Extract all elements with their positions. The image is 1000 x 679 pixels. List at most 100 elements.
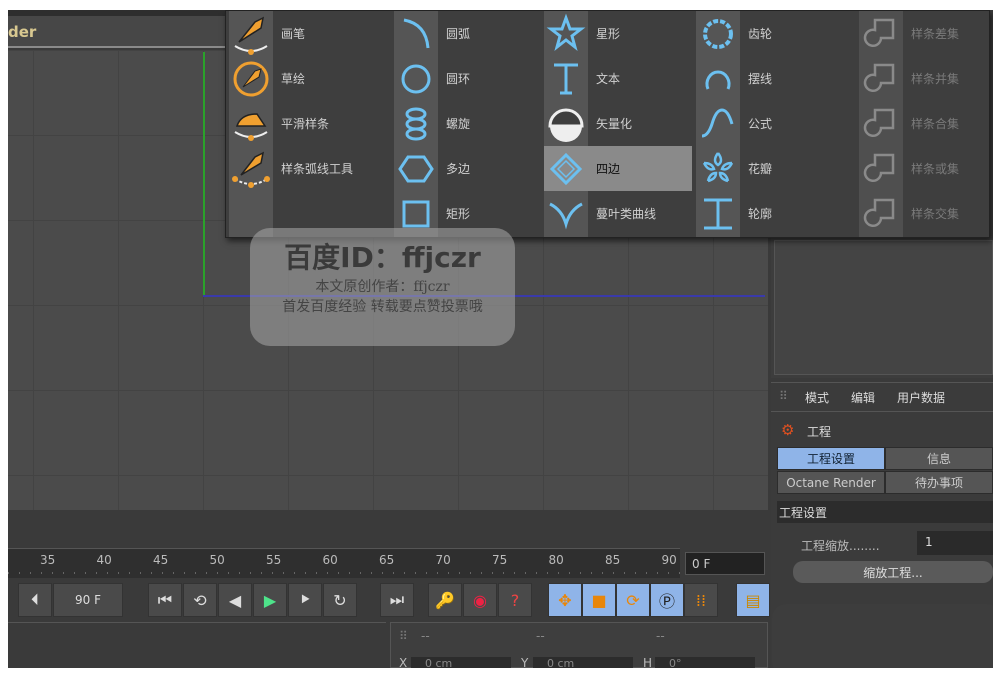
scale-key-button[interactable]: ■ bbox=[582, 583, 616, 617]
rotate-key-icon: ⟳ bbox=[626, 590, 640, 610]
go-start-button[interactable]: ⏮ bbox=[148, 583, 182, 617]
prev-key-button[interactable]: ⟲ bbox=[183, 583, 217, 617]
tab-octane-render[interactable]: Octane Render bbox=[777, 471, 885, 494]
menu-item-label: 文本 bbox=[596, 72, 621, 86]
menu-item-label: 轮廓 bbox=[748, 207, 773, 221]
menu-item-label: 螺旋 bbox=[446, 117, 471, 131]
menu-item-flower[interactable]: 花瓣 bbox=[696, 146, 844, 191]
go-end-button[interactable]: ⏭ bbox=[380, 583, 414, 617]
h-label: H bbox=[643, 656, 653, 668]
menu-item-formula[interactable]: 公式 bbox=[696, 101, 844, 146]
menu-item-cycloid[interactable]: 摆线 bbox=[696, 56, 844, 101]
point-key-button[interactable]: ⁞⁞ bbox=[684, 583, 718, 617]
tab-todo[interactable]: 待办事项 bbox=[885, 471, 993, 494]
menu-item-spline-intersect[interactable]: 样条交集 bbox=[859, 191, 987, 236]
record-disabled-button[interactable]: 🔑 bbox=[428, 583, 462, 617]
scale-label: 工程缩放........ bbox=[801, 539, 880, 553]
menu-item-diamond[interactable]: 四边 bbox=[544, 146, 692, 191]
menu-item-label: 样条差集 bbox=[911, 27, 960, 41]
param-key-button[interactable]: Ⓟ bbox=[650, 583, 684, 617]
ruler-tick-label: 70 bbox=[435, 553, 451, 567]
menu-item-spline-union[interactable]: 样条并集 bbox=[859, 56, 987, 101]
rotate-key-button[interactable]: ⟳ bbox=[616, 583, 650, 617]
menu-item-label: 蔓叶类曲线 bbox=[596, 207, 657, 221]
loop-button[interactable]: ↻ bbox=[323, 583, 357, 617]
menu-item-label: 样条并集 bbox=[911, 72, 960, 86]
ruler-tick-label: 55 bbox=[266, 553, 282, 567]
go-end-icon: ⏭ bbox=[389, 590, 405, 609]
ruler-tick-label: 60 bbox=[322, 553, 338, 567]
menu-item-profile[interactable]: 轮廓 bbox=[696, 191, 844, 236]
menu-item-label: 圆弧 bbox=[446, 27, 471, 41]
grip-icon: ⠿ bbox=[399, 629, 408, 643]
end-frame-field[interactable]: 90 F bbox=[53, 583, 123, 617]
move-key-button[interactable]: ✥ bbox=[548, 583, 582, 617]
x-label: X bbox=[399, 656, 408, 668]
menu-item-label: 四边 bbox=[596, 162, 621, 176]
scale-project-button[interactable]: 缩放工程... bbox=[793, 561, 993, 583]
object-title: 工程 bbox=[807, 425, 832, 439]
smooth-spline-icon bbox=[229, 101, 273, 146]
menu-item-smooth-spline[interactable]: 平滑样条 bbox=[229, 101, 377, 146]
sketch-icon bbox=[229, 56, 273, 101]
menu-item-spline-or[interactable]: 样条或集 bbox=[859, 146, 987, 191]
menu-item-cissoid[interactable]: 蔓叶类曲线 bbox=[544, 191, 692, 236]
menu-item-label: 花瓣 bbox=[748, 162, 773, 176]
param-key-icon: Ⓟ bbox=[658, 592, 675, 611]
menu-item-circle[interactable]: 圆环 bbox=[394, 56, 542, 101]
menu-item-spline-subtract[interactable]: 样条差集 bbox=[859, 11, 987, 56]
menu-item-label: 齿轮 bbox=[748, 27, 773, 41]
menu-item-spline-arc[interactable]: 样条弧线工具 bbox=[229, 146, 377, 191]
menu-item-vectorizer[interactable]: 矢量化 bbox=[544, 101, 692, 146]
menu-item-label: 公式 bbox=[748, 117, 773, 131]
spline-menu: 画笔 草绘 平滑样条 样条弧线工具 圆弧 圆环 螺旋 多边 矩形 星形 文本 矢量化 四边 蔓叶类曲线 齿轮… bbox=[225, 10, 990, 238]
current-frame-field[interactable]: 0 F bbox=[685, 552, 765, 575]
cissoid-icon bbox=[544, 191, 588, 236]
watermark-line: 首发百度经验 转载要点赞投票哦 bbox=[282, 299, 483, 315]
menu-mode[interactable]: 模式 bbox=[805, 389, 829, 406]
ruler-ticks bbox=[8, 572, 680, 574]
ruler-tick-label: 75 bbox=[492, 553, 508, 567]
x-field[interactable]: 0 cm bbox=[411, 657, 511, 668]
menu-item-gear[interactable]: 齿轮 bbox=[696, 11, 844, 56]
menu-edit[interactable]: 编辑 bbox=[851, 389, 875, 406]
grip-icon: ⠿ bbox=[779, 389, 788, 403]
tab-project-settings[interactable]: 工程设置 bbox=[777, 447, 885, 470]
tab-info[interactable]: 信息 bbox=[885, 447, 993, 470]
field-arrow-icon: ⏴ bbox=[30, 590, 39, 609]
menu-item-label: 矢量化 bbox=[596, 117, 633, 131]
menu-user-data[interactable]: 用户数据 bbox=[897, 389, 945, 406]
next-frame-icon: ⯈ bbox=[298, 590, 312, 609]
next-frame-button[interactable]: ⯈ bbox=[288, 583, 322, 617]
scale-field[interactable]: 1 bbox=[917, 531, 993, 555]
menu-item-pen[interactable]: 画笔 bbox=[229, 11, 377, 56]
h-field[interactable]: 0° bbox=[655, 657, 755, 668]
spline-and-icon bbox=[859, 101, 903, 146]
menu-item-polygon[interactable]: 多边 bbox=[394, 146, 542, 191]
ruler-tick-label: 35 bbox=[40, 553, 56, 567]
autokey-button[interactable]: ? bbox=[498, 583, 532, 617]
menu-item-helix[interactable]: 螺旋 bbox=[394, 101, 542, 146]
spline-arc-icon bbox=[229, 146, 273, 191]
menu-item-star[interactable]: 星形 bbox=[544, 11, 692, 56]
timeline-button[interactable]: ▤ bbox=[736, 583, 770, 617]
diamond-icon bbox=[544, 146, 588, 191]
y-field[interactable]: 0 cm bbox=[533, 657, 633, 668]
timeline-ruler[interactable]: 35 40 45 50 55 60 65 70 75 80 85 90 bbox=[8, 548, 680, 578]
menu-item-text[interactable]: 文本 bbox=[544, 56, 692, 101]
watermark-line: 百度ID：ffjczr bbox=[284, 241, 481, 274]
spline-subtract-icon bbox=[859, 11, 903, 56]
field-arrow-button[interactable]: ⏴ bbox=[18, 583, 52, 617]
spline-or-icon bbox=[859, 146, 903, 191]
play-reverse-button[interactable]: ◀ bbox=[218, 583, 252, 617]
play-button[interactable]: ▶ bbox=[253, 583, 287, 617]
menu-item-sketch[interactable]: 草绘 bbox=[229, 56, 377, 101]
obscured-region bbox=[772, 604, 993, 668]
menu-item-spline-and[interactable]: 样条合集 bbox=[859, 101, 987, 146]
menu-item-arc[interactable]: 圆弧 bbox=[394, 11, 542, 56]
polygon-icon bbox=[394, 146, 438, 191]
record-button[interactable]: ◉ bbox=[463, 583, 497, 617]
menu-item-label: 星形 bbox=[596, 27, 621, 41]
section-header: 工程设置 bbox=[777, 501, 993, 523]
ruler-tick-label: 50 bbox=[209, 553, 225, 567]
